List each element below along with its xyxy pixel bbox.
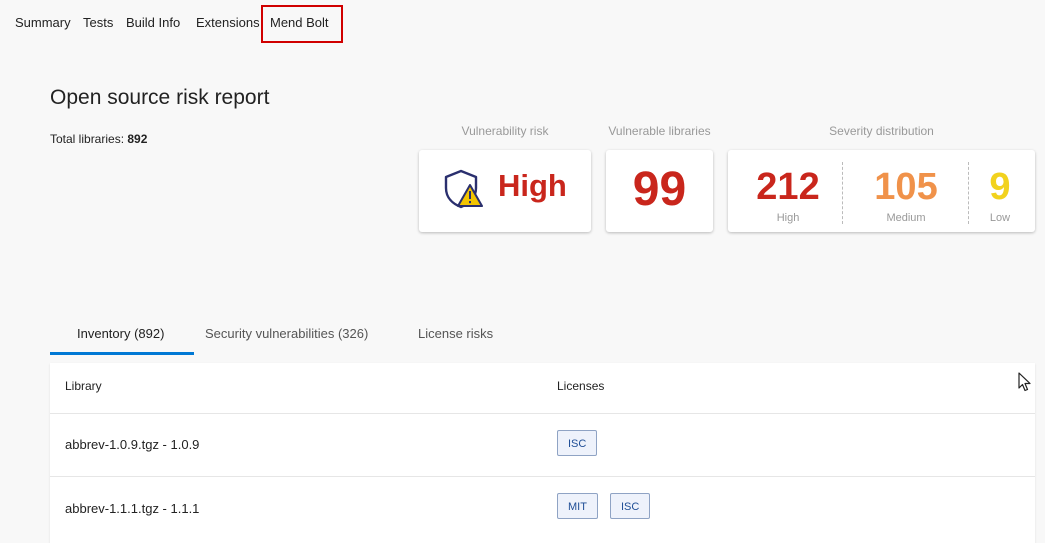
vulnerable-libraries-value: 99	[632, 163, 687, 216]
total-libraries-label: Total libraries:	[50, 132, 125, 146]
tab-license-risks[interactable]: License risks	[418, 326, 493, 341]
mouse-pointer-icon	[1018, 372, 1031, 392]
total-libraries: Total libraries: 892	[50, 132, 147, 146]
severity-high-label: High	[776, 212, 800, 224]
row-divider	[50, 413, 1035, 414]
license-badge[interactable]: ISC	[610, 493, 651, 519]
tab-build-info[interactable]: Build Info	[126, 15, 180, 30]
shield-warning-icon	[444, 169, 483, 209]
severity-distribution-card: 212 High 105 Medium 9 Low	[728, 150, 1035, 232]
vulnerability-risk-card: High	[419, 150, 591, 232]
severity-divider	[968, 162, 969, 224]
license-badge[interactable]: MIT	[557, 493, 598, 519]
active-subtab-indicator	[50, 352, 194, 355]
column-header-library[interactable]: Library	[65, 379, 102, 393]
total-libraries-value: 892	[127, 132, 148, 146]
license-badge[interactable]: ISC	[557, 430, 598, 456]
tab-summary[interactable]: Summary	[15, 15, 71, 30]
vulnerable-libraries-card: 99	[606, 150, 713, 232]
column-header-licenses[interactable]: Licenses	[557, 379, 604, 393]
severity-low: 9 Low	[980, 150, 1020, 232]
tab-inventory[interactable]: Inventory (892)	[77, 326, 164, 341]
severity-high: 212 High	[740, 150, 836, 232]
tab-tests[interactable]: Tests	[83, 15, 113, 30]
row-divider	[50, 476, 1035, 477]
severity-medium-label: Medium	[886, 212, 926, 224]
severity-medium: 105 Medium	[856, 150, 956, 232]
inventory-table: Library Licenses abbrev-1.0.9.tgz - 1.0.…	[50, 363, 1035, 543]
highlight-box	[261, 5, 343, 43]
severity-divider	[842, 162, 843, 224]
tab-extensions[interactable]: Extensions	[196, 15, 260, 30]
vulnerability-risk-label: Vulnerability risk	[461, 124, 549, 138]
library-name[interactable]: abbrev-1.0.9.tgz - 1.0.9	[65, 437, 199, 452]
vulnerability-risk-value: High	[498, 168, 567, 203]
tab-security-vulnerabilities[interactable]: Security vulnerabilities (326)	[205, 326, 368, 341]
library-name[interactable]: abbrev-1.1.1.tgz - 1.1.1	[65, 501, 199, 516]
top-tab-bar: Summary Tests Build Info Extensions Mend…	[0, 0, 1045, 48]
severity-high-value: 212	[756, 166, 820, 208]
severity-low-label: Low	[989, 212, 1011, 224]
vulnerable-libraries-label: Vulnerable libraries	[608, 124, 711, 138]
page-title: Open source risk report	[50, 86, 270, 109]
severity-low-value: 9	[989, 166, 1011, 208]
severity-medium-value: 105	[874, 166, 938, 208]
severity-distribution-label: Severity distribution	[829, 124, 934, 138]
